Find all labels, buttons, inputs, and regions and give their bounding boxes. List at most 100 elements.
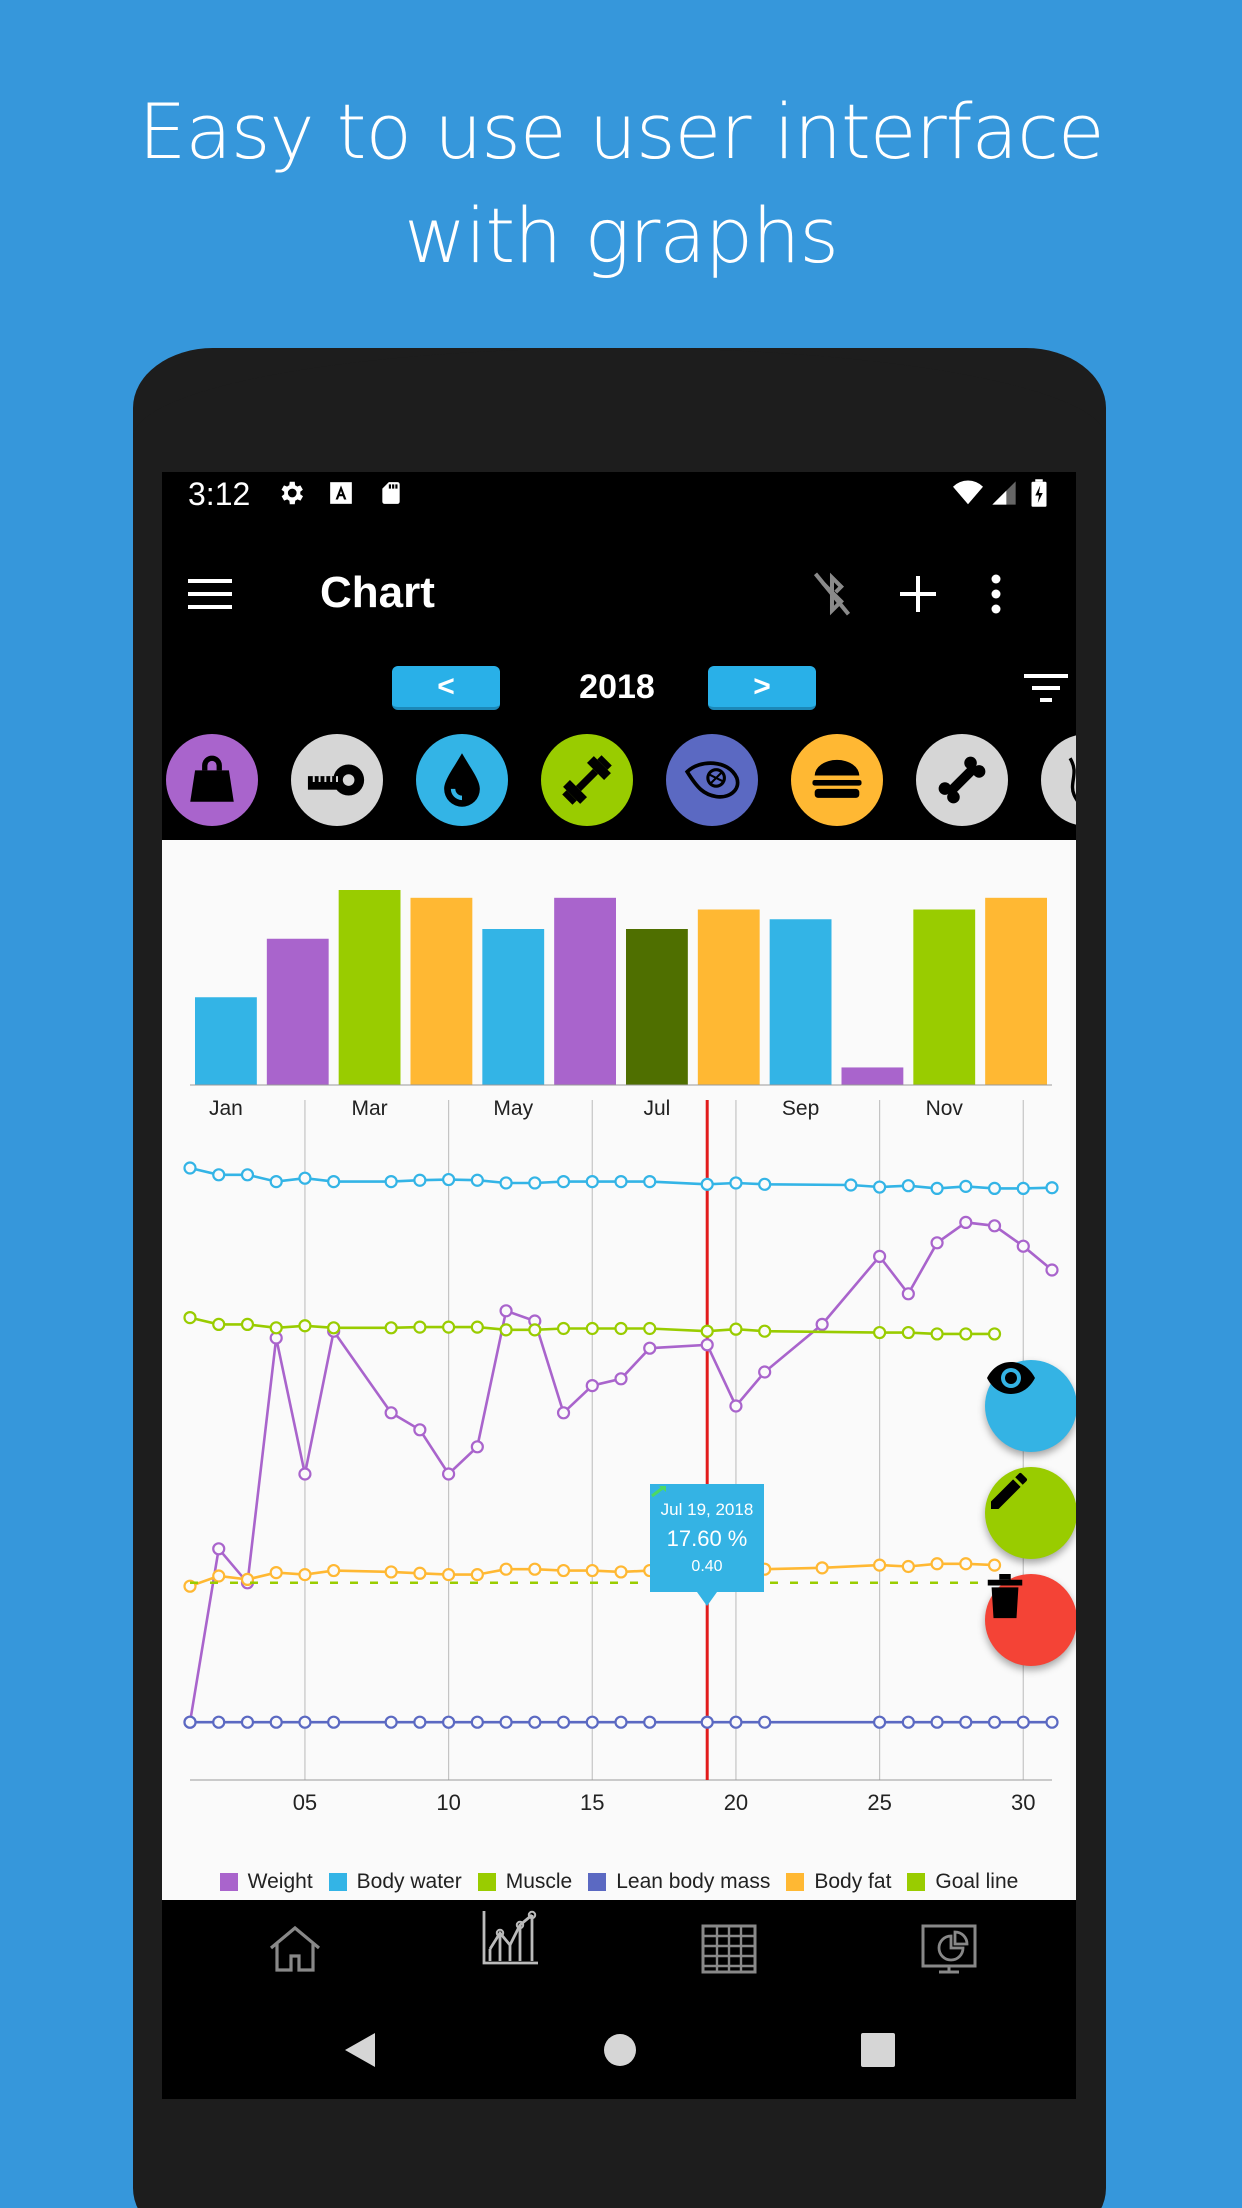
point-muscle: [959, 1327, 973, 1341]
point-body-water: [614, 1175, 628, 1189]
chart-icon: [482, 1910, 538, 1965]
point-body-fat: [442, 1568, 456, 1582]
bar-jan: [195, 997, 257, 1085]
nav-home[interactable]: [260, 1914, 330, 1984]
back-button[interactable]: [332, 2022, 388, 2078]
type-body-outline-button[interactable]: [1041, 734, 1076, 826]
point-body-water: [1045, 1181, 1059, 1195]
point-weight: [470, 1440, 484, 1454]
type-body-water-button[interactable]: [416, 734, 508, 826]
chart-canvas[interactable]: Jan Mar May Jul Sep Nov 05 10 15 20 25 30: [162, 840, 1076, 1900]
point-muscle: [384, 1321, 398, 1335]
point-lean-body-mass: [384, 1715, 398, 1729]
point-body-water: [700, 1177, 714, 1191]
point-weight: [499, 1304, 513, 1318]
point-body-fat: [212, 1569, 226, 1583]
point-lean-body-mass: [413, 1715, 427, 1729]
legend-item: Goal line: [907, 1867, 1018, 1897]
promo-line-2: with graphs: [404, 191, 839, 280]
nav-statistics[interactable]: [914, 1914, 984, 1984]
more-options-button[interactable]: [968, 566, 1024, 622]
promo-line-1: Easy to use user interface: [138, 87, 1104, 176]
point-weight: [614, 1372, 628, 1386]
pencil-icon: [991, 1472, 1027, 1509]
recents-square-icon: [861, 2033, 895, 2067]
point-muscle: [872, 1325, 887, 1340]
legend-label: Weight: [247, 1870, 313, 1893]
status-time: 3:12: [188, 476, 251, 512]
bar-aug: [697, 909, 760, 1085]
series-weight: [188, 1221, 1053, 1723]
point-weight: [298, 1467, 312, 1481]
delete-fab[interactable]: [985, 1574, 1076, 1666]
bar-tick-label: May: [493, 1097, 533, 1120]
filter-icon[interactable]: [1024, 670, 1068, 706]
point-body-water: [585, 1175, 599, 1189]
home-icon: [269, 1925, 321, 1972]
point-body-water: [643, 1175, 657, 1189]
weight-icon: [190, 755, 234, 802]
point-muscle: [556, 1321, 571, 1336]
bar-mar: [338, 890, 401, 1085]
menu-button[interactable]: [182, 566, 238, 622]
legend-swatch: [328, 1873, 347, 1891]
point-body-fat: [901, 1559, 915, 1574]
point-body-water: [499, 1176, 513, 1190]
point-body-water: [413, 1173, 427, 1187]
home-system-button[interactable]: [592, 2022, 648, 2078]
point-muscle: [729, 1322, 743, 1336]
type-muscle-button[interactable]: [541, 734, 633, 826]
point-lean-body-mass: [269, 1715, 283, 1729]
point-muscle: [413, 1320, 427, 1334]
previous-year-button[interactable]: <: [392, 666, 500, 710]
bar-tick-label: Jul: [643, 1097, 670, 1120]
tooltip-diff: 0.40: [650, 1485, 764, 1576]
legend-item: Body water: [328, 1867, 462, 1897]
point-body-water: [212, 1168, 226, 1182]
bar-tick-label: Nov: [926, 1097, 964, 1120]
line-tick-label: 30: [1011, 1790, 1035, 1815]
point-weight: [643, 1341, 657, 1355]
type-measurement-button[interactable]: [291, 734, 383, 826]
point-muscle: [499, 1323, 513, 1337]
type-bone-button[interactable]: [916, 734, 1008, 826]
nav-chart[interactable]: [475, 1902, 545, 1972]
type-weight-button[interactable]: [166, 734, 258, 826]
point-body-fat: [269, 1565, 283, 1580]
bluetooth-button[interactable]: [804, 566, 860, 622]
table-icon: [701, 1924, 757, 1974]
view-fab[interactable]: [985, 1360, 1076, 1452]
point-muscle: [987, 1327, 1002, 1341]
point-body-fat: [815, 1561, 829, 1575]
nav-table[interactable]: [694, 1914, 764, 1984]
point-muscle: [269, 1321, 283, 1335]
point-lean-body-mass: [758, 1715, 772, 1729]
water-drop-icon: [444, 753, 480, 807]
point-weight: [413, 1423, 427, 1437]
data-point-tooltip: Jul 19, 2018 17.60 % 0.40: [650, 1484, 764, 1606]
point-lean-body-mass: [700, 1715, 714, 1729]
edit-fab[interactable]: [985, 1467, 1076, 1559]
recents-button[interactable]: [850, 2022, 906, 2078]
back-triangle-icon: [345, 2033, 375, 2067]
type-lean-body-mass-button[interactable]: [666, 734, 758, 826]
point-body-water: [729, 1176, 743, 1190]
measuring-tape-icon: [307, 764, 365, 796]
add-icon: [900, 576, 936, 612]
legend-label: Muscle: [505, 1870, 573, 1893]
point-muscle: [470, 1320, 484, 1334]
point-weight: [987, 1219, 1002, 1233]
point-weight: [930, 1236, 944, 1250]
next-year-button[interactable]: >: [708, 666, 816, 710]
point-weight: [815, 1317, 829, 1331]
point-lean-body-mass: [987, 1715, 1002, 1729]
app-screen: 3:12 Chart < 2018 > Jan Mar May Jul Sep …: [162, 472, 1076, 2099]
add-button[interactable]: [890, 566, 946, 622]
point-weight: [959, 1215, 973, 1229]
point-muscle: [585, 1321, 599, 1336]
bar-tick-label: Mar: [351, 1097, 387, 1120]
point-lean-body-mass: [872, 1715, 887, 1729]
bar-nov: [913, 909, 976, 1085]
point-body-fat: [959, 1557, 973, 1571]
type-body-fat-button[interactable]: [791, 734, 883, 826]
